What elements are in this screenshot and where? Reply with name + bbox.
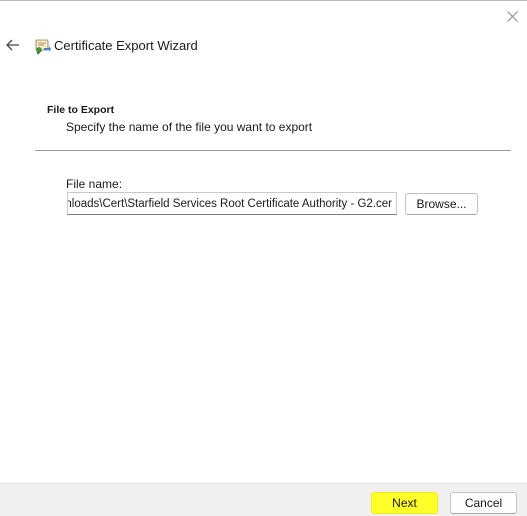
header-separator — [35, 150, 511, 151]
back-arrow-icon — [6, 39, 19, 51]
wizard-title: Certificate Export Wizard — [54, 38, 198, 53]
file-name-input[interactable]: wnloads\Cert\Starfield Services Root Cer… — [67, 192, 397, 215]
file-name-label: File name: — [66, 177, 123, 191]
file-name-value: wnloads\Cert\Starfield Services Root Cer… — [67, 197, 392, 210]
close-icon — [506, 10, 518, 22]
section-description: Specify the name of the file you want to… — [66, 120, 313, 134]
certificate-icon — [35, 39, 51, 55]
wizard-footer: Next Cancel — [0, 483, 527, 516]
next-button[interactable]: Next — [371, 492, 438, 514]
certificate-export-wizard-window: Certificate Export Wizard File to Export… — [0, 0, 527, 516]
section-heading: File to Export — [47, 104, 115, 116]
browse-button[interactable]: Browse... — [405, 193, 478, 215]
back-button[interactable] — [3, 34, 23, 56]
close-button[interactable] — [500, 4, 524, 28]
cancel-button[interactable]: Cancel — [450, 492, 517, 514]
